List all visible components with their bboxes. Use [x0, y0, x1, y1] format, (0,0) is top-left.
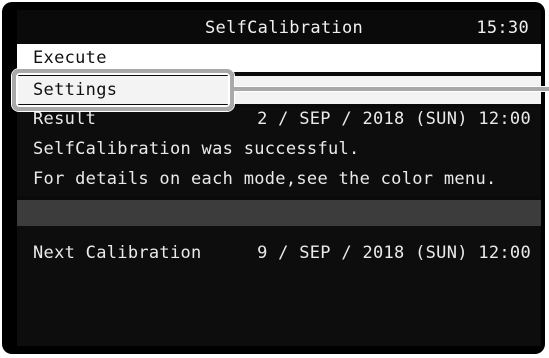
- result-date: 2 / SEP / 2018 (SUN) 12:00: [257, 109, 531, 129]
- result-label: Result: [33, 109, 97, 129]
- next-calibration-date: 9 / SEP / 2018 (SUN) 12:00: [257, 243, 531, 263]
- settings-callout-frame: [12, 69, 234, 111]
- menu-item-execute[interactable]: Execute: [17, 44, 541, 72]
- separator-band: [17, 200, 541, 226]
- result-detail: For details on each mode,see the color m…: [33, 169, 497, 189]
- osd-screen: SelfCalibration 15:30 Execute Settings R…: [17, 10, 541, 346]
- next-calibration-panel: Next Calibration 9 / SEP / 2018 (SUN) 12…: [17, 226, 541, 346]
- result-message: SelfCalibration was successful.: [33, 139, 360, 159]
- screen-title: SelfCalibration: [205, 18, 364, 38]
- next-calibration-label: Next Calibration: [33, 243, 202, 263]
- menu-item-execute-label: Execute: [33, 48, 107, 68]
- result-panel: Result 2 / SEP / 2018 (SUN) 12:00 SelfCa…: [17, 108, 541, 196]
- settings-callout-line: [234, 86, 549, 92]
- clock: 15:30: [476, 18, 529, 38]
- title-bar: SelfCalibration 15:30: [17, 10, 541, 42]
